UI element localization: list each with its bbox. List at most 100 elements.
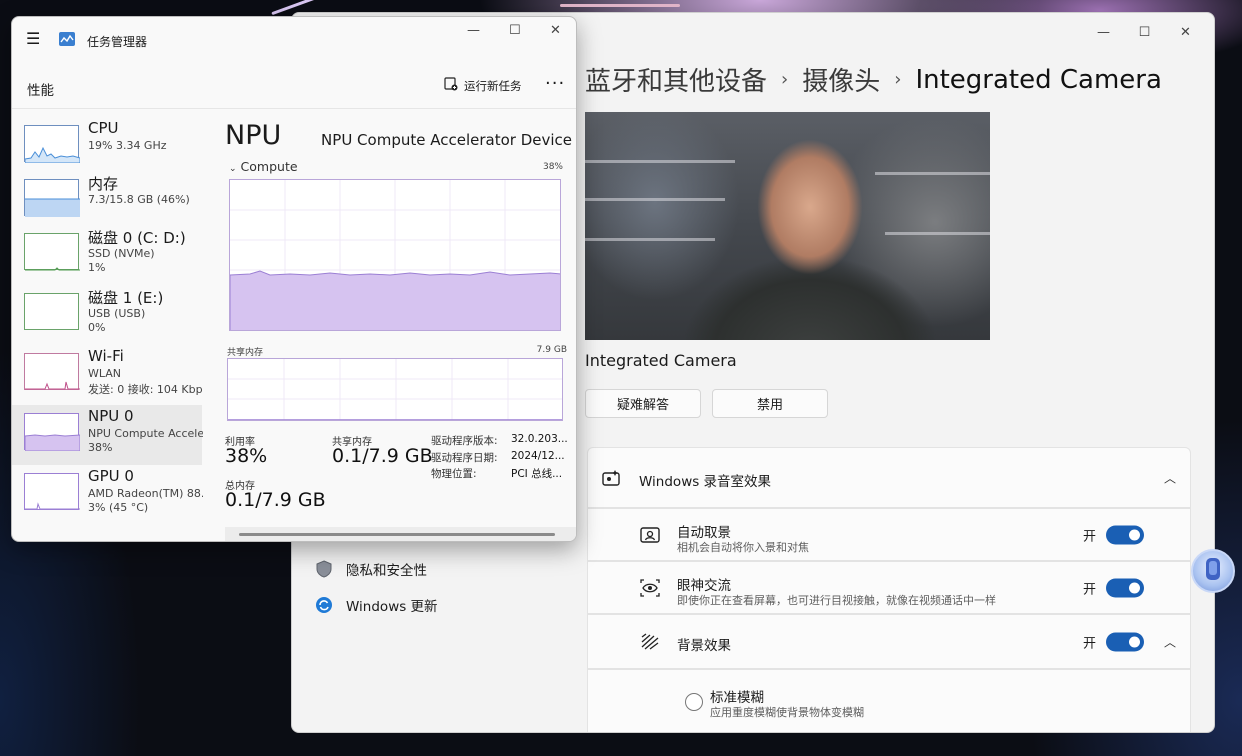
perf-item-gpu0[interactable]: GPU 0 AMD Radeon(TM) 88... 3% (45 °C) bbox=[12, 465, 203, 525]
disable-button[interactable]: 禁用 bbox=[712, 389, 828, 418]
nav-item-label: 隐私和安全性 bbox=[346, 563, 427, 579]
preview-shelf bbox=[585, 198, 725, 201]
close-icon: ✕ bbox=[1180, 24, 1191, 40]
preview-shelf bbox=[885, 232, 990, 235]
nav-item-privacy[interactable]: 隐私和安全性 bbox=[310, 551, 438, 587]
breadcrumb-bluetooth[interactable]: 蓝牙和其他设备 bbox=[585, 61, 767, 98]
detail-device-name: NPU Compute Accelerator Device bbox=[321, 131, 572, 149]
more-options-icon[interactable]: ··· bbox=[545, 73, 565, 94]
new-task-icon bbox=[444, 77, 458, 94]
auto-framing-desc: 相机会自动将你入景和对焦 bbox=[677, 541, 809, 554]
perf-item-wifi[interactable]: Wi-Fi WLAN 发送: 0 接收: 104 Kbps bbox=[12, 345, 203, 405]
nav-item-windows-update[interactable]: Windows 更新 bbox=[310, 587, 438, 623]
perf-item-disk1[interactable]: 磁盘 1 (E:) USB (USB) 0% bbox=[12, 285, 202, 345]
chevron-up-icon[interactable]: ︿ bbox=[1164, 469, 1176, 486]
eye-contact-row: 眼神交流 即使你正在查看屏幕，也可进行目视接触，就像在视频通话中一样 开 bbox=[587, 561, 1191, 614]
disk0-thumbnail-graph bbox=[24, 233, 80, 271]
preview-shelf bbox=[875, 172, 990, 175]
background-icon bbox=[640, 632, 660, 652]
chevron-right-icon: › bbox=[894, 69, 902, 90]
preview-shelf bbox=[585, 160, 735, 163]
horizontal-scrollbar[interactable] bbox=[225, 527, 576, 541]
studio-effects-title: Windows 录音室效果 bbox=[639, 474, 772, 490]
detail-title: NPU bbox=[225, 120, 282, 151]
minimize-button[interactable]: — bbox=[1083, 19, 1124, 45]
maximize-button[interactable]: ☐ bbox=[1124, 19, 1165, 45]
camera-name: Integrated Camera bbox=[585, 351, 737, 370]
close-icon[interactable]: ✕ bbox=[550, 23, 561, 38]
perf-item-detail: 3% (45 °C) bbox=[88, 501, 149, 514]
perf-item-detail: 7.3/15.8 GB (46%) bbox=[88, 193, 190, 206]
memory-thumbnail-graph bbox=[24, 179, 80, 217]
perf-item-name: 磁盘 1 (E:) bbox=[88, 289, 164, 307]
phone-icon bbox=[1204, 557, 1222, 585]
background-effects-toggle[interactable] bbox=[1106, 632, 1144, 651]
task-manager-app-icon bbox=[59, 31, 75, 50]
perf-item-name: Wi-Fi bbox=[88, 347, 124, 365]
perf-item-detail: 38% bbox=[88, 441, 113, 454]
eye-icon bbox=[640, 578, 660, 598]
wallpaper-streak bbox=[560, 4, 680, 7]
background-effects-row[interactable]: 背景效果 开 ︿ bbox=[587, 614, 1191, 669]
npu-thumbnail-graph bbox=[24, 413, 81, 452]
gpu-thumbnail-graph bbox=[24, 473, 80, 510]
perf-item-detail: 1% bbox=[88, 261, 106, 274]
shared-memory-graph-label: 共享内存 bbox=[227, 348, 264, 358]
camera-preview bbox=[585, 112, 990, 340]
auto-framing-title: 自动取景 bbox=[677, 525, 731, 541]
perf-item-detail: NPU Compute Accele... bbox=[88, 427, 203, 440]
eye-contact-desc: 即使你正在查看屏幕，也可进行目视接触，就像在视频通话中一样 bbox=[677, 594, 996, 607]
perf-item-detail: 发送: 0 接收: 104 Kbps bbox=[88, 383, 203, 396]
utilization-value: 38% bbox=[225, 445, 268, 467]
studio-effects-header[interactable]: Windows 录音室效果 ︿ bbox=[587, 447, 1191, 508]
compute-graph-max: 38% bbox=[542, 162, 563, 172]
floating-assistant-bubble[interactable] bbox=[1191, 549, 1235, 593]
total-memory-value: 0.1/7.9 GB bbox=[225, 489, 326, 511]
close-button[interactable]: ✕ bbox=[1165, 19, 1206, 45]
background-effects-state: 开 bbox=[1082, 636, 1096, 651]
perf-item-name: NPU 0 bbox=[88, 407, 134, 425]
nav-item-label: Windows 更新 bbox=[346, 599, 438, 615]
perf-item-detail: WLAN bbox=[88, 367, 122, 380]
minimize-icon[interactable]: — bbox=[467, 23, 480, 38]
standard-blur-option[interactable]: 标准模糊 应用重度模糊使背景物体变模糊 bbox=[587, 669, 1191, 732]
perf-item-disk0[interactable]: 磁盘 0 (C: D:) SSD (NVMe) 1% bbox=[12, 225, 202, 285]
breadcrumb-current: Integrated Camera bbox=[915, 64, 1162, 95]
npu-detail-pane: NPU NPU Compute Accelerator Device ⌄ Com… bbox=[224, 110, 572, 541]
compute-graph bbox=[229, 179, 561, 331]
scrollbar-thumb[interactable] bbox=[239, 533, 555, 536]
perf-item-npu0[interactable]: NPU 0 NPU Compute Accele... 38% bbox=[12, 405, 203, 465]
settings-window-controls: — ☐ ✕ bbox=[1083, 19, 1206, 45]
shield-icon bbox=[314, 559, 334, 579]
preview-shelf bbox=[585, 238, 715, 241]
perf-item-memory[interactable]: 内存 7.3/15.8 GB (46%) bbox=[12, 171, 202, 231]
driver-version-label: 驱动程序版本: bbox=[431, 435, 498, 447]
standard-blur-title: 标准模糊 bbox=[710, 690, 764, 706]
wifi-thumbnail-graph bbox=[24, 353, 80, 390]
shared-memory-graph-max: 7.9 GB bbox=[536, 345, 567, 355]
auto-framing-toggle[interactable] bbox=[1106, 525, 1144, 544]
task-manager-toolbar: 性能 运行新任务 ··· bbox=[12, 63, 576, 109]
troubleshoot-button[interactable]: 疑难解答 bbox=[585, 389, 701, 418]
eye-contact-title: 眼神交流 bbox=[677, 578, 731, 594]
settings-nav: 隐私和安全性 Windows 更新 bbox=[310, 551, 438, 623]
perf-item-detail: AMD Radeon(TM) 88... bbox=[88, 487, 203, 500]
task-manager-window: ☰ 任务管理器 — ☐ ✕ 性能 运行新任务 ··· CPU 19% 3.34 … bbox=[11, 16, 577, 542]
location-value: PCI 总线... bbox=[511, 468, 563, 480]
chevron-up-icon[interactable]: ︿ bbox=[1164, 633, 1176, 650]
maximize-icon[interactable]: ☐ bbox=[509, 23, 521, 38]
update-icon bbox=[314, 595, 334, 615]
compute-graph-selector[interactable]: ⌄ Compute bbox=[229, 159, 298, 174]
sparkle-camera-icon bbox=[602, 468, 622, 488]
cpu-thumbnail-graph bbox=[24, 125, 81, 164]
perf-item-cpu[interactable]: CPU 19% 3.34 GHz bbox=[12, 117, 202, 177]
perf-item-detail: USB (USB) bbox=[88, 307, 146, 320]
run-new-task-button[interactable]: 运行新任务 bbox=[444, 77, 522, 94]
eye-contact-toggle[interactable] bbox=[1106, 578, 1144, 597]
perf-item-name: CPU bbox=[88, 119, 119, 137]
breadcrumb-cameras[interactable]: 摄像头 bbox=[802, 61, 880, 98]
standard-blur-radio[interactable] bbox=[685, 693, 703, 711]
framing-icon bbox=[640, 525, 660, 545]
hamburger-menu-icon[interactable]: ☰ bbox=[26, 29, 40, 48]
performance-list: CPU 19% 3.34 GHz 内存 7.3/15.8 GB (46%) 磁盘… bbox=[12, 110, 212, 541]
